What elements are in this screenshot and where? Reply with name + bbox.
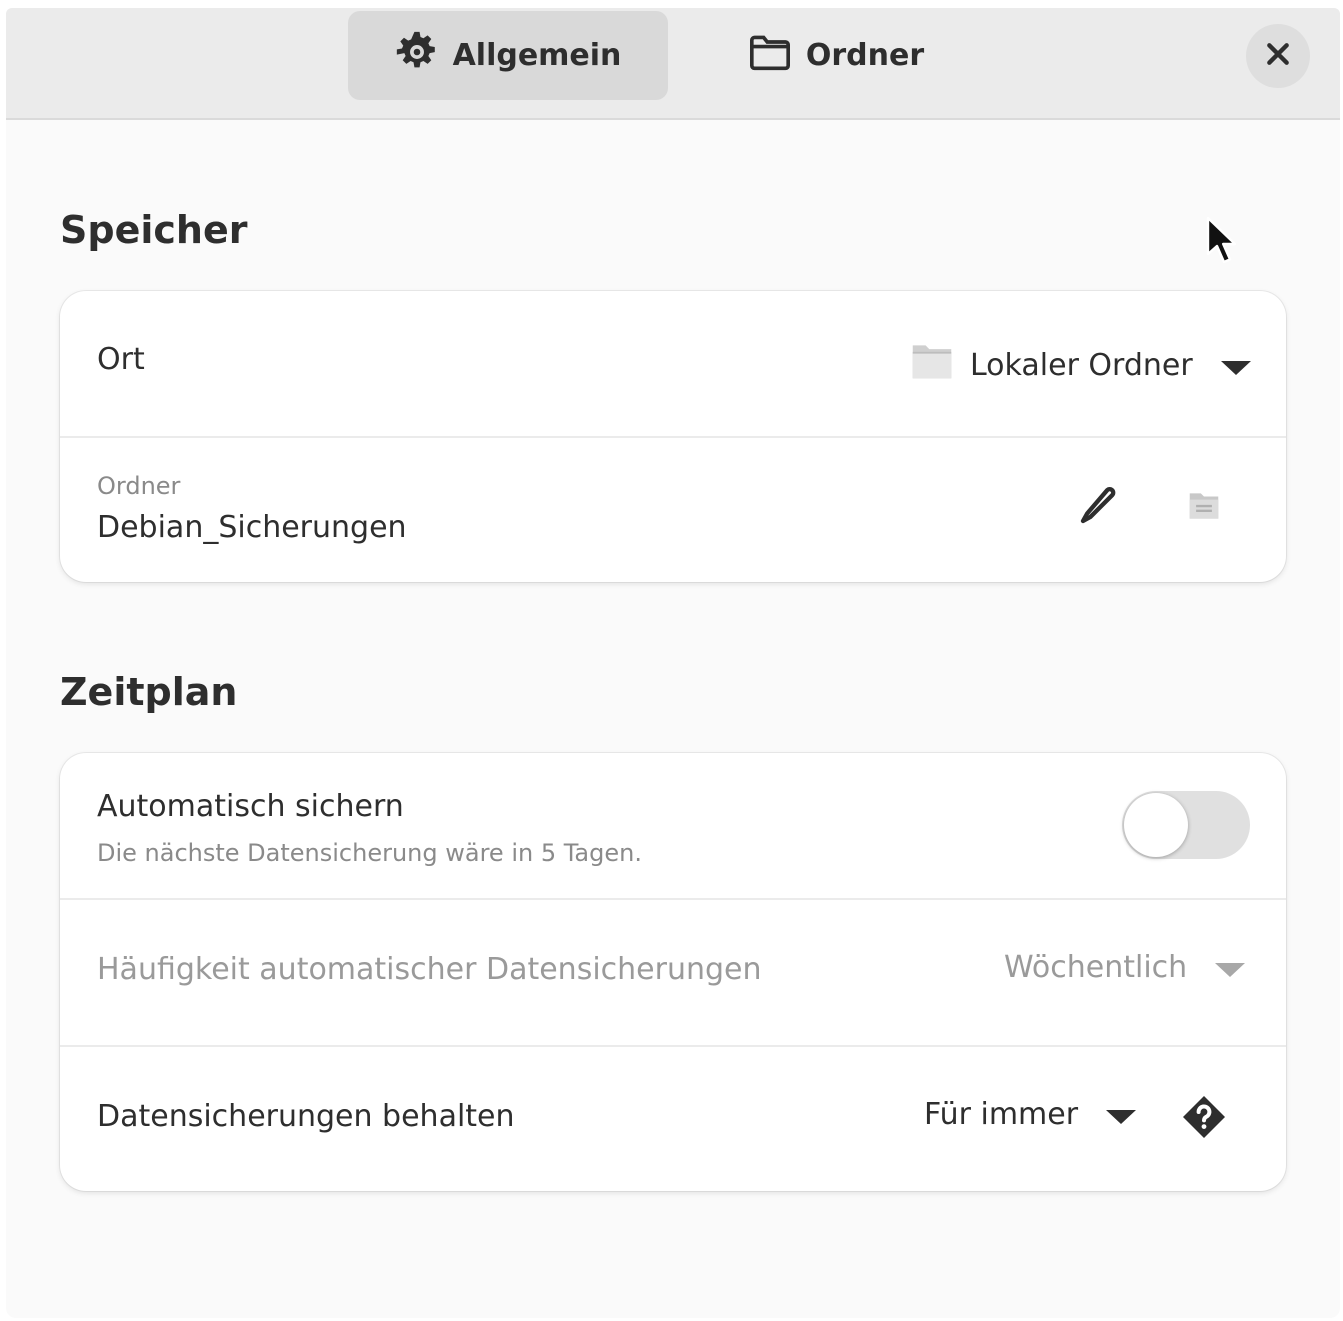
auto-backup-subtitle: Die nächste Datensicherung wäre in 5 Tag…: [97, 839, 642, 867]
pencil-icon: [1078, 486, 1118, 530]
location-dropdown[interactable]: Lokaler Ordner: [910, 339, 1251, 391]
header-bar: Allgemein Ordner: [6, 8, 1340, 120]
tab-general[interactable]: Allgemein: [348, 11, 668, 100]
auto-backup-switch[interactable]: [1122, 791, 1250, 859]
location-value: Lokaler Ordner: [970, 347, 1193, 383]
keep-label: Datensicherungen behalten: [97, 1099, 515, 1134]
chevron-down-icon: [1106, 1097, 1137, 1132]
gear-icon: [395, 30, 439, 82]
close-button[interactable]: [1246, 24, 1310, 88]
folder-icon: [910, 339, 954, 391]
folder-icon: [748, 32, 792, 80]
folder-caption: Ordner: [97, 472, 181, 500]
folder-value: Debian_Sicherungen: [97, 510, 407, 545]
browse-folder-button[interactable]: [1174, 478, 1234, 538]
section-title-schedule: Zeitplan: [60, 670, 238, 714]
location-row: Ort Lokaler Ordner: [60, 291, 1286, 436]
preferences-window: Allgemein Ordner Speicher Ort Lokaler Or…: [6, 8, 1340, 1318]
schedule-card: Automatisch sichern Die nächste Datensic…: [60, 753, 1286, 1191]
folder-browse-icon: [1185, 487, 1223, 529]
frequency-value: Wöchentlich: [1004, 950, 1188, 985]
section-title-storage: Speicher: [60, 208, 248, 252]
tab-general-label: Allgemein: [452, 38, 622, 73]
storage-card: Ort Lokaler Ordner Ordner Debian_Sicheru…: [60, 291, 1286, 582]
auto-backup-row: Automatisch sichern Die nächste Datensic…: [60, 753, 1286, 898]
frequency-dropdown[interactable]: Wöchentlich: [1004, 950, 1246, 985]
keep-help-button[interactable]: [1174, 1089, 1234, 1149]
tab-folders-label: Ordner: [805, 38, 925, 73]
frequency-row: Häufigkeit automatischer Datensicherunge…: [60, 898, 1286, 1045]
help-icon: [1180, 1093, 1228, 1145]
tab-folders[interactable]: Ordner: [736, 11, 936, 100]
keep-row: Datensicherungen behalten Für immer: [60, 1045, 1286, 1191]
close-icon: [1265, 41, 1291, 71]
folder-row: Ordner Debian_Sicherungen: [60, 436, 1286, 582]
keep-dropdown[interactable]: Für immer: [924, 1097, 1137, 1132]
chevron-down-icon: [1215, 950, 1246, 985]
location-label: Ort: [97, 342, 145, 377]
chevron-down-icon: [1220, 348, 1251, 383]
auto-backup-label: Automatisch sichern: [97, 789, 404, 824]
mouse-pointer-icon: [1206, 216, 1240, 272]
keep-value: Für immer: [924, 1097, 1079, 1132]
frequency-label: Häufigkeit automatischer Datensicherunge…: [97, 952, 762, 987]
edit-folder-button[interactable]: [1068, 478, 1128, 538]
switch-knob: [1124, 793, 1188, 857]
